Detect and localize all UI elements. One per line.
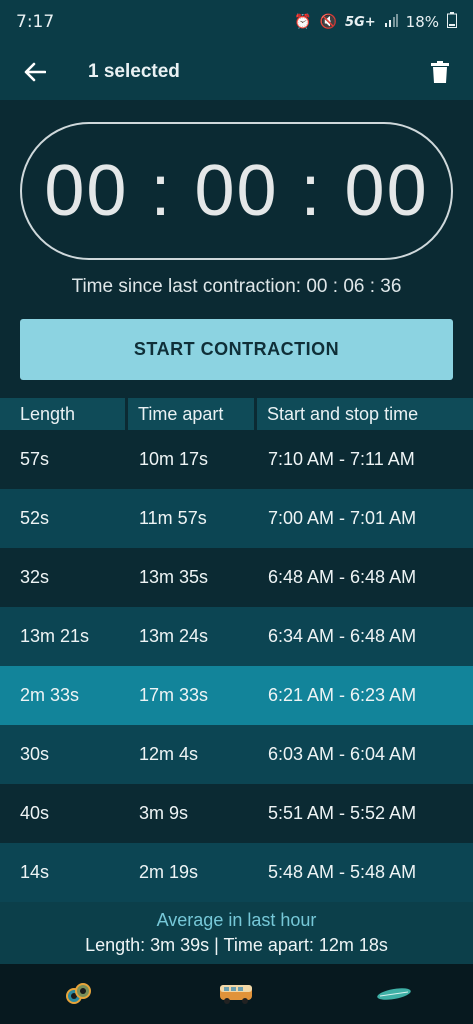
row-length: 13m 21s bbox=[20, 626, 90, 646]
row-time-apart: 13m 35s bbox=[139, 567, 209, 587]
row-length: 32s bbox=[20, 567, 50, 587]
network-label: 5G+ bbox=[345, 14, 376, 30]
mute-icon: 🔇 bbox=[319, 14, 338, 30]
table-row[interactable]: 14s 2m 19s 5:48 AM - 5:48 AM bbox=[0, 843, 473, 902]
row-time-apart: 12m 4s bbox=[139, 744, 199, 764]
trash-icon[interactable] bbox=[427, 57, 453, 87]
signal-icon bbox=[384, 13, 398, 31]
status-bar: 7:17 ⏰ 🔇 5G+ 18% bbox=[0, 0, 473, 44]
header-length: Length bbox=[0, 398, 125, 430]
row-start-stop: 6:48 AM - 6:48 AM bbox=[268, 567, 417, 587]
row-time-apart: 11m 57s bbox=[139, 508, 207, 528]
average-heading: Average in last hour bbox=[156, 910, 317, 930]
timer-display: 00 : 00 : 00 bbox=[44, 151, 429, 231]
bottom-nav bbox=[0, 964, 473, 1024]
contraction-list: 57s 10m 17s 7:10 AM - 7:11 AM 52s 11m 57… bbox=[0, 430, 473, 902]
since-label: Time since last contraction: bbox=[71, 276, 302, 297]
row-length: 40s bbox=[20, 803, 50, 823]
row-start-stop: 6:21 AM - 6:23 AM bbox=[268, 685, 417, 705]
time-since-last: Time since last contraction: 00 : 06 : 3… bbox=[0, 276, 473, 298]
average-values: Length: 3m 39s | Time apart: 12m 18s bbox=[85, 935, 388, 955]
table-row[interactable]: 52s 11m 57s 7:00 AM - 7:01 AM bbox=[0, 489, 473, 548]
row-start-stop: 7:00 AM - 7:01 AM bbox=[268, 508, 417, 528]
row-time-apart: 3m 9s bbox=[139, 803, 189, 823]
battery-icon bbox=[447, 12, 457, 32]
start-contraction-button[interactable]: START CONTRACTION bbox=[20, 319, 453, 380]
table-row[interactable]: 30s 12m 4s 6:03 AM - 6:04 AM bbox=[0, 725, 473, 784]
surfboard-icon[interactable] bbox=[364, 974, 424, 1014]
row-start-stop: 5:48 AM - 5:48 AM bbox=[268, 862, 417, 882]
eyes-icon[interactable] bbox=[49, 974, 109, 1014]
table-row[interactable]: 40s 3m 9s 5:51 AM - 5:52 AM bbox=[0, 784, 473, 843]
row-length: 57s bbox=[20, 449, 50, 469]
row-length: 52s bbox=[20, 508, 50, 528]
status-icons: ⏰ 🔇 5G+ 18% bbox=[294, 12, 457, 32]
header-start-stop: Start and stop time bbox=[257, 398, 473, 430]
battery-percent: 18% bbox=[405, 13, 439, 31]
row-time-apart: 17m 33s bbox=[139, 685, 209, 705]
average-summary: Average in last hour Length: 3m 39s | Ti… bbox=[0, 902, 473, 964]
selection-title: 1 selected bbox=[88, 61, 180, 82]
row-start-stop: 5:51 AM - 5:52 AM bbox=[268, 803, 417, 823]
row-length: 30s bbox=[20, 744, 50, 764]
since-value: 00 : 06 : 36 bbox=[306, 276, 402, 297]
table-row[interactable]: 13m 21s 13m 24s 6:34 AM - 6:48 AM bbox=[0, 607, 473, 666]
row-time-apart: 10m 17s bbox=[139, 449, 209, 469]
table-header: Length Time apart Start and stop time bbox=[0, 398, 473, 430]
row-length: 2m 33s bbox=[20, 685, 80, 705]
row-length: 14s bbox=[20, 862, 50, 882]
table-row[interactable]: 32s 13m 35s 6:48 AM - 6:48 AM bbox=[0, 548, 473, 607]
row-start-stop: 7:10 AM - 7:11 AM bbox=[268, 449, 415, 469]
contraction-timer: 00 : 00 : 00 bbox=[20, 122, 453, 260]
van-icon[interactable] bbox=[206, 974, 266, 1014]
app-bar: 1 selected bbox=[0, 44, 473, 100]
row-time-apart: 2m 19s bbox=[139, 862, 199, 882]
header-time-apart: Time apart bbox=[128, 398, 254, 430]
table-row[interactable]: 57s 10m 17s 7:10 AM - 7:11 AM bbox=[0, 430, 473, 489]
status-time: 7:17 bbox=[16, 12, 55, 32]
row-time-apart: 13m 24s bbox=[139, 626, 209, 646]
row-start-stop: 6:34 AM - 6:48 AM bbox=[268, 626, 417, 646]
back-arrow-icon[interactable] bbox=[20, 57, 50, 87]
alarm-icon: ⏰ bbox=[294, 14, 312, 30]
row-start-stop: 6:03 AM - 6:04 AM bbox=[268, 744, 417, 764]
table-row-selected[interactable]: 2m 33s 17m 33s 6:21 AM - 6:23 AM bbox=[0, 666, 473, 725]
